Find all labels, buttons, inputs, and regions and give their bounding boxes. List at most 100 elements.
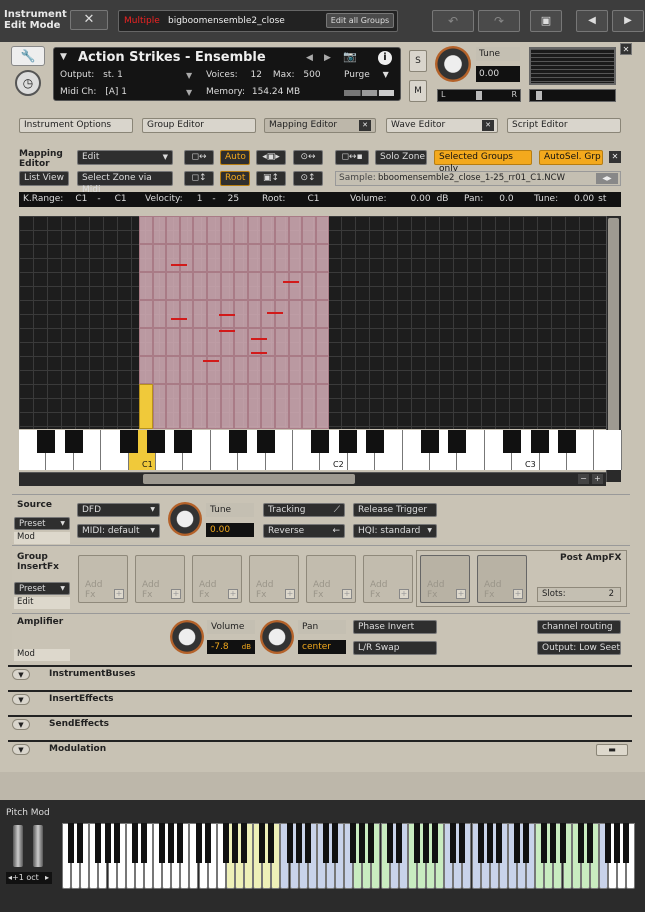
sample-zone[interactable] (261, 216, 275, 244)
sample-zone[interactable] (179, 356, 194, 384)
sample-zone[interactable] (152, 272, 167, 300)
save-icon[interactable]: ▣ (530, 10, 562, 32)
sample-zone[interactable] (139, 356, 153, 384)
insertfx-preset-menu[interactable]: Preset ▼ (14, 582, 70, 595)
piano-black-key[interactable] (95, 823, 102, 863)
piano-black-key[interactable] (577, 823, 584, 863)
sample-zone[interactable] (234, 300, 248, 328)
black-key[interactable] (229, 430, 248, 453)
expand-sendeffects-icon[interactable]: ▼ (12, 719, 30, 730)
black-key[interactable] (64, 430, 83, 453)
sample-zone[interactable] (234, 272, 248, 300)
next-instrument-icon[interactable]: ▶ (612, 10, 644, 32)
sample-zone[interactable] (247, 244, 262, 272)
sample-zone[interactable] (139, 244, 153, 272)
autosel-grp-button[interactable]: AutoSel. Grp (539, 150, 603, 165)
mapping-editor-close-icon[interactable]: ✕ (359, 120, 371, 131)
sample-zone[interactable] (179, 216, 194, 244)
sample-zone[interactable] (261, 300, 275, 328)
piano-black-key[interactable] (68, 823, 75, 863)
phase-invert-button[interactable]: Phase Invert (353, 620, 437, 634)
piano-black-key[interactable] (459, 823, 466, 863)
sample-zone[interactable] (234, 328, 248, 356)
sample-zone[interactable] (166, 272, 180, 300)
sample-zone[interactable] (315, 244, 330, 272)
instrument-prev-icon[interactable]: ◀ (306, 53, 313, 63)
black-key[interactable] (37, 430, 56, 453)
sample-zone[interactable] (288, 216, 303, 244)
pan-slider[interactable]: L R (437, 89, 521, 102)
sample-zone[interactable] (261, 244, 275, 272)
add-fx-plus-icon[interactable]: + (342, 589, 352, 599)
sample-zone[interactable] (193, 216, 207, 244)
sample-zone[interactable] (247, 300, 262, 328)
piano-black-key[interactable] (222, 823, 229, 863)
tune-knob[interactable] (435, 46, 471, 82)
purge-menu[interactable]: Purge ▼ (344, 70, 389, 80)
sample-zone[interactable] (234, 384, 248, 429)
piano-black-key[interactable] (477, 823, 484, 863)
sample-zone[interactable] (275, 384, 289, 429)
piano-black-key[interactable] (623, 823, 630, 863)
slots-field[interactable]: Slots: 2 (537, 587, 621, 602)
undo-icon[interactable]: ↶ (432, 10, 474, 32)
prev-instrument-icon[interactable]: ◀ (576, 10, 608, 32)
midi-dropdown-icon[interactable]: ▼ (186, 88, 192, 97)
piano-black-key[interactable] (177, 823, 184, 863)
black-key[interactable] (311, 430, 330, 453)
piano-black-key[interactable] (195, 823, 202, 863)
tune-field[interactable]: Tune: 0.00 st (534, 192, 606, 207)
sample-zone[interactable] (207, 244, 221, 272)
piano-black-key[interactable] (423, 823, 429, 863)
edit-menu[interactable]: Edit ▼ (77, 150, 173, 165)
sample-zone[interactable] (302, 244, 316, 272)
piano-black-key[interactable] (204, 823, 211, 863)
sample-zone[interactable] (152, 328, 167, 356)
close-instrument-icon[interactable]: ✕ (620, 43, 632, 55)
redo-icon[interactable]: ↷ (478, 10, 520, 32)
edit-all-groups-button[interactable]: Edit all Groups (326, 13, 394, 28)
sample-zone[interactable] (315, 384, 330, 429)
fx-slot[interactable]: Add Fx + (249, 555, 299, 603)
piano-black-key[interactable] (168, 823, 175, 863)
add-fx-plus-icon[interactable]: + (285, 589, 295, 599)
sample-zone[interactable] (179, 384, 194, 429)
piano-black-key[interactable] (368, 823, 375, 863)
clock-icon[interactable]: ◷ (15, 70, 41, 96)
sample-zone[interactable] (220, 384, 235, 429)
sample-zone[interactable] (315, 328, 330, 356)
piano-black-key[interactable] (259, 823, 266, 863)
solo-button[interactable]: S (409, 50, 427, 72)
sample-zone[interactable] (288, 356, 303, 384)
sample-zone[interactable] (275, 356, 289, 384)
link-zone-icon[interactable]: ⊙↔ (293, 150, 323, 165)
sample-zone[interactable] (166, 328, 180, 356)
zone-width-icon[interactable]: ◻↔ (184, 150, 214, 165)
instrument-next-icon[interactable]: ▶ (324, 53, 331, 63)
source-preset-menu[interactable]: Preset ▼ (14, 517, 70, 530)
sample-zone[interactable] (247, 356, 262, 384)
sample-zone[interactable] (152, 244, 167, 272)
sample-zone[interactable] (193, 272, 207, 300)
modulation-menu-icon[interactable]: ▬ (596, 744, 628, 756)
octave-selector[interactable]: ◂+1 oct ▸ (6, 872, 52, 884)
add-fx-plus-icon[interactable]: + (228, 589, 238, 599)
expand-inserteffects-icon[interactable]: ▼ (12, 694, 30, 705)
sample-zone[interactable] (315, 300, 330, 328)
zone-height-icon[interactable]: ◻↕ (184, 171, 214, 186)
midi-default-menu[interactable]: MIDI: default ▼ (77, 524, 160, 538)
sample-zone[interactable] (220, 244, 235, 272)
sample-zone[interactable] (302, 328, 316, 356)
volume-slider[interactable] (529, 89, 616, 102)
sample-zone[interactable] (302, 384, 316, 429)
select-zone-via-midi-button[interactable]: Select Zone via Midi (77, 171, 173, 195)
sample-zone[interactable] (234, 216, 248, 244)
piano-black-key[interactable] (77, 823, 84, 863)
sample-zone[interactable] (261, 272, 275, 300)
solo-zone-button[interactable]: Solo Zone (375, 150, 427, 165)
output-row[interactable]: Output: st. 1 (60, 70, 123, 80)
tab-script-editor[interactable]: Script Editor (507, 118, 621, 133)
black-key[interactable] (256, 430, 275, 453)
sample-zone[interactable] (152, 216, 167, 244)
sample-zone[interactable] (193, 328, 207, 356)
